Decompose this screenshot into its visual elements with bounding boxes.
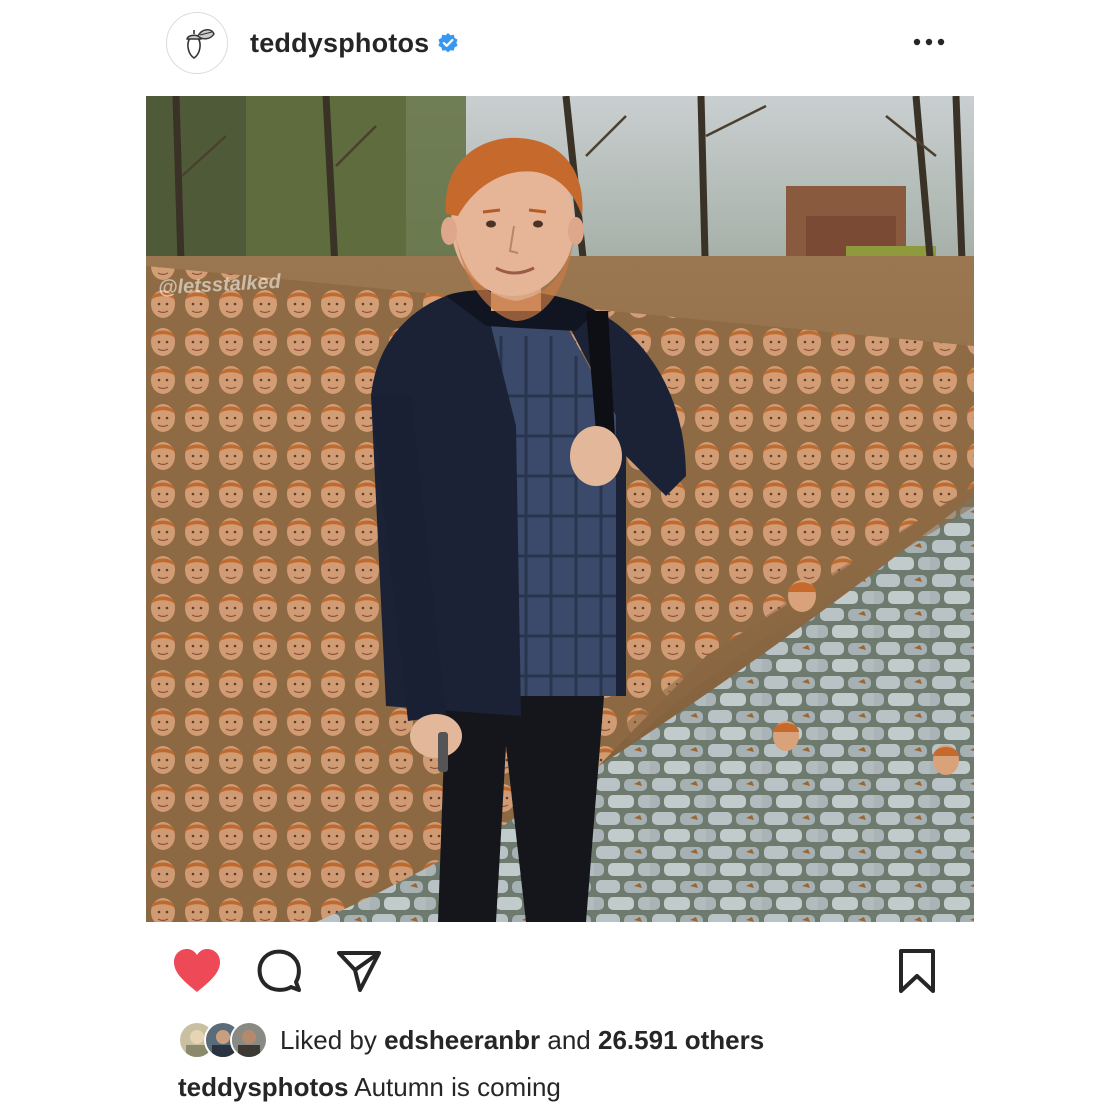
- likes-count[interactable]: 26.591 others: [598, 1025, 764, 1056]
- caption-username[interactable]: teddysphotos: [178, 1072, 348, 1102]
- post-header: teddysphotos: [166, 12, 976, 74]
- save-button[interactable]: [890, 944, 944, 998]
- post-caption: teddysphotos Autumn is coming: [178, 1072, 561, 1103]
- more-horizontal-icon[interactable]: [912, 30, 946, 54]
- acorn-icon: [186, 29, 215, 59]
- share-button[interactable]: [332, 944, 386, 998]
- post-action-bar: [170, 944, 945, 998]
- heart-icon: [174, 949, 220, 992]
- likes-prefix: Liked by: [280, 1024, 377, 1055]
- bookmark-icon: [899, 949, 935, 993]
- profile-avatar[interactable]: [166, 12, 228, 74]
- caption-text: Autumn is coming: [354, 1072, 561, 1102]
- likes-summary: Liked by edsheeranbr and 26.591 others: [178, 1020, 764, 1060]
- verified-badge-icon: [437, 32, 459, 54]
- post-photo[interactable]: @letsstalked: [146, 96, 974, 922]
- comment-button[interactable]: [252, 944, 306, 998]
- avatar: [230, 1021, 268, 1059]
- photo-illustration: [146, 96, 974, 922]
- comment-icon: [257, 949, 301, 992]
- liker-username[interactable]: edsheeranbr: [384, 1025, 540, 1056]
- share-icon: [337, 951, 381, 992]
- like-button[interactable]: [170, 944, 224, 998]
- post-username[interactable]: teddysphotos: [250, 28, 429, 59]
- liker-avatars[interactable]: [178, 1021, 268, 1059]
- likes-joiner: and: [547, 1024, 591, 1055]
